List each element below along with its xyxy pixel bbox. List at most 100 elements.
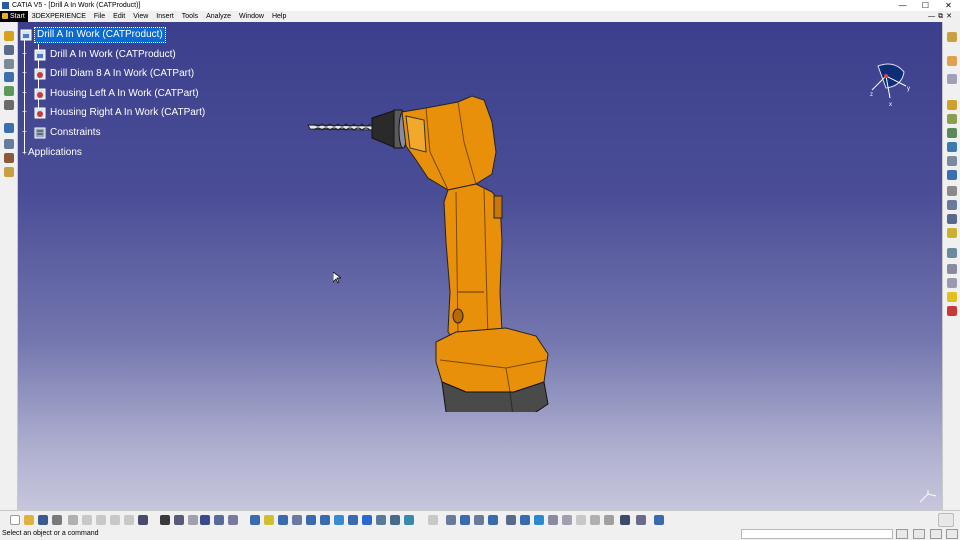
drill-model[interactable] bbox=[306, 92, 556, 412]
menu-edit[interactable]: Edit bbox=[109, 11, 129, 22]
replace-icon[interactable] bbox=[4, 86, 14, 96]
workbench-icon[interactable] bbox=[947, 32, 957, 42]
catalog-icon[interactable] bbox=[4, 153, 14, 163]
expand-toggle-icon[interactable]: + bbox=[21, 128, 28, 136]
new-icon[interactable] bbox=[10, 515, 20, 525]
swap-icon[interactable] bbox=[348, 515, 358, 525]
maximize-button[interactable]: ☐ bbox=[914, 0, 937, 11]
tree-item-housing-right[interactable]: Housing Right A In Work (CATPart) bbox=[34, 104, 207, 122]
menu-tools[interactable]: Tools bbox=[178, 11, 202, 22]
offset-icon[interactable] bbox=[947, 170, 957, 180]
tree-item-applications[interactable]: Applications bbox=[26, 144, 84, 162]
hole-icon[interactable] bbox=[604, 515, 614, 525]
lock-icon[interactable] bbox=[506, 515, 516, 525]
menu-3dexperience[interactable]: 3DEXPERIENCE bbox=[28, 11, 90, 22]
expand-toggle-icon[interactable]: + bbox=[21, 89, 28, 97]
catalog-icon[interactable] bbox=[947, 248, 957, 258]
symmetry-icon[interactable] bbox=[590, 515, 600, 525]
menu-view[interactable]: View bbox=[129, 11, 152, 22]
contact-icon[interactable] bbox=[947, 156, 957, 166]
expand-toggle-icon[interactable]: + bbox=[21, 50, 28, 58]
normal-view-icon[interactable] bbox=[292, 515, 302, 525]
clash-icon[interactable] bbox=[947, 278, 957, 288]
status-options-button[interactable] bbox=[930, 529, 942, 539]
expand-toggle-icon[interactable]: + bbox=[21, 108, 28, 116]
sensor-icon[interactable] bbox=[188, 515, 198, 525]
light-icon[interactable] bbox=[947, 292, 957, 302]
flip-icon[interactable] bbox=[562, 515, 572, 525]
refresh-icon[interactable] bbox=[534, 515, 544, 525]
doc-close-button[interactable]: ✕ bbox=[946, 11, 952, 22]
assembly-icon[interactable] bbox=[4, 31, 14, 41]
angle-icon[interactable] bbox=[947, 186, 957, 196]
save-icon[interactable] bbox=[38, 515, 48, 525]
close-button[interactable]: ✕ bbox=[937, 0, 960, 11]
split-icon[interactable] bbox=[576, 515, 586, 525]
publish-icon[interactable] bbox=[4, 167, 14, 177]
multi-icon[interactable] bbox=[4, 139, 14, 149]
doc-minimize-button[interactable]: — bbox=[928, 11, 935, 22]
update-icon[interactable] bbox=[947, 228, 957, 238]
stop-icon[interactable] bbox=[947, 128, 957, 138]
scene-icon[interactable] bbox=[636, 515, 646, 525]
pan-icon[interactable] bbox=[228, 515, 238, 525]
menu-help[interactable]: Help bbox=[268, 11, 290, 22]
refresh-icon[interactable] bbox=[4, 45, 14, 55]
tree-item-drill-product[interactable]: Drill A In Work (CATProduct) bbox=[34, 46, 178, 64]
cut-icon[interactable] bbox=[68, 515, 78, 525]
section-icon[interactable] bbox=[376, 515, 386, 525]
menu-analyze[interactable]: Analyze bbox=[202, 11, 235, 22]
constraint-icon[interactable] bbox=[520, 515, 530, 525]
manipulate-icon[interactable] bbox=[446, 515, 456, 525]
menu-start[interactable]: Start bbox=[0, 11, 28, 22]
catalog-icon[interactable] bbox=[428, 515, 438, 525]
expand-toggle-icon[interactable]: + bbox=[21, 149, 28, 157]
reuse-pattern-icon[interactable] bbox=[548, 515, 558, 525]
hide-icon[interactable] bbox=[334, 515, 344, 525]
clash-icon[interactable] bbox=[390, 515, 400, 525]
menu-file[interactable]: File bbox=[90, 11, 109, 22]
product-icon[interactable] bbox=[4, 59, 14, 69]
reorder-icon[interactable] bbox=[4, 123, 14, 133]
fly-icon[interactable] bbox=[200, 515, 210, 525]
zoom-in-icon[interactable] bbox=[264, 515, 274, 525]
delete-icon[interactable] bbox=[947, 306, 957, 316]
tree-item-constraints[interactable]: Constraints bbox=[34, 124, 103, 142]
move-icon[interactable] bbox=[947, 74, 957, 84]
exit-icon[interactable] bbox=[654, 515, 664, 525]
iso-view-icon[interactable] bbox=[306, 515, 316, 525]
undo-icon[interactable] bbox=[110, 515, 120, 525]
expand-toggle-icon[interactable]: + bbox=[21, 69, 28, 77]
tree-root[interactable]: Drill A In Work (CATProduct) bbox=[20, 26, 166, 44]
redo-icon[interactable] bbox=[124, 515, 134, 525]
scene-icon[interactable] bbox=[947, 264, 957, 274]
coincidence-icon[interactable] bbox=[947, 214, 957, 224]
tree-item-housing-left[interactable]: Housing Left A In Work (CATPart) bbox=[34, 85, 201, 103]
explode-icon[interactable] bbox=[947, 114, 957, 124]
status-cancel-button[interactable] bbox=[896, 529, 908, 539]
snap-icon[interactable] bbox=[460, 515, 470, 525]
command-input[interactable] bbox=[741, 529, 893, 539]
shading-icon[interactable] bbox=[320, 515, 330, 525]
zoom-out-icon[interactable] bbox=[278, 515, 288, 525]
status-stop-button[interactable] bbox=[913, 529, 925, 539]
status-extra-button[interactable] bbox=[946, 529, 958, 539]
fit-all-icon[interactable] bbox=[214, 515, 224, 525]
menu-insert[interactable]: Insert bbox=[152, 11, 178, 22]
sketch-icon[interactable] bbox=[947, 56, 957, 66]
print-icon[interactable] bbox=[52, 515, 62, 525]
doc-restore-button[interactable]: ⧉ bbox=[938, 11, 943, 22]
paste-icon[interactable] bbox=[96, 515, 106, 525]
help-icon[interactable] bbox=[138, 515, 148, 525]
snap-icon[interactable] bbox=[947, 100, 957, 110]
graph-icon[interactable] bbox=[4, 100, 14, 110]
stop-manipulate-icon[interactable] bbox=[488, 515, 498, 525]
constraint-icon[interactable] bbox=[947, 142, 957, 152]
component-icon[interactable] bbox=[4, 72, 14, 82]
measure-icon[interactable] bbox=[362, 515, 372, 525]
fix-icon[interactable] bbox=[947, 200, 957, 210]
explode-icon[interactable] bbox=[474, 515, 484, 525]
open-icon[interactable] bbox=[24, 515, 34, 525]
bill-of-material-icon[interactable] bbox=[620, 515, 630, 525]
rotate-icon[interactable] bbox=[250, 515, 260, 525]
